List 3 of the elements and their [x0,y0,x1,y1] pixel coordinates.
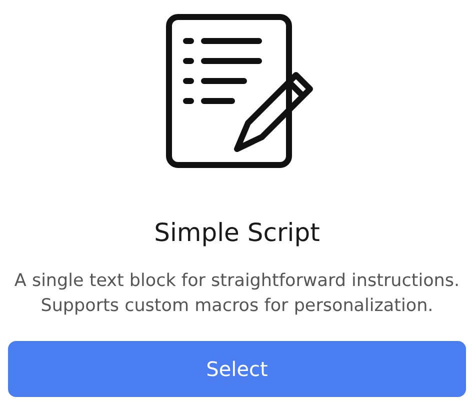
card-title: Simple Script [154,217,320,249]
select-button[interactable]: Select [8,341,466,397]
card-description: A single text block for straightforward instructions. Supports custom macros for personalization. [13,270,461,318]
